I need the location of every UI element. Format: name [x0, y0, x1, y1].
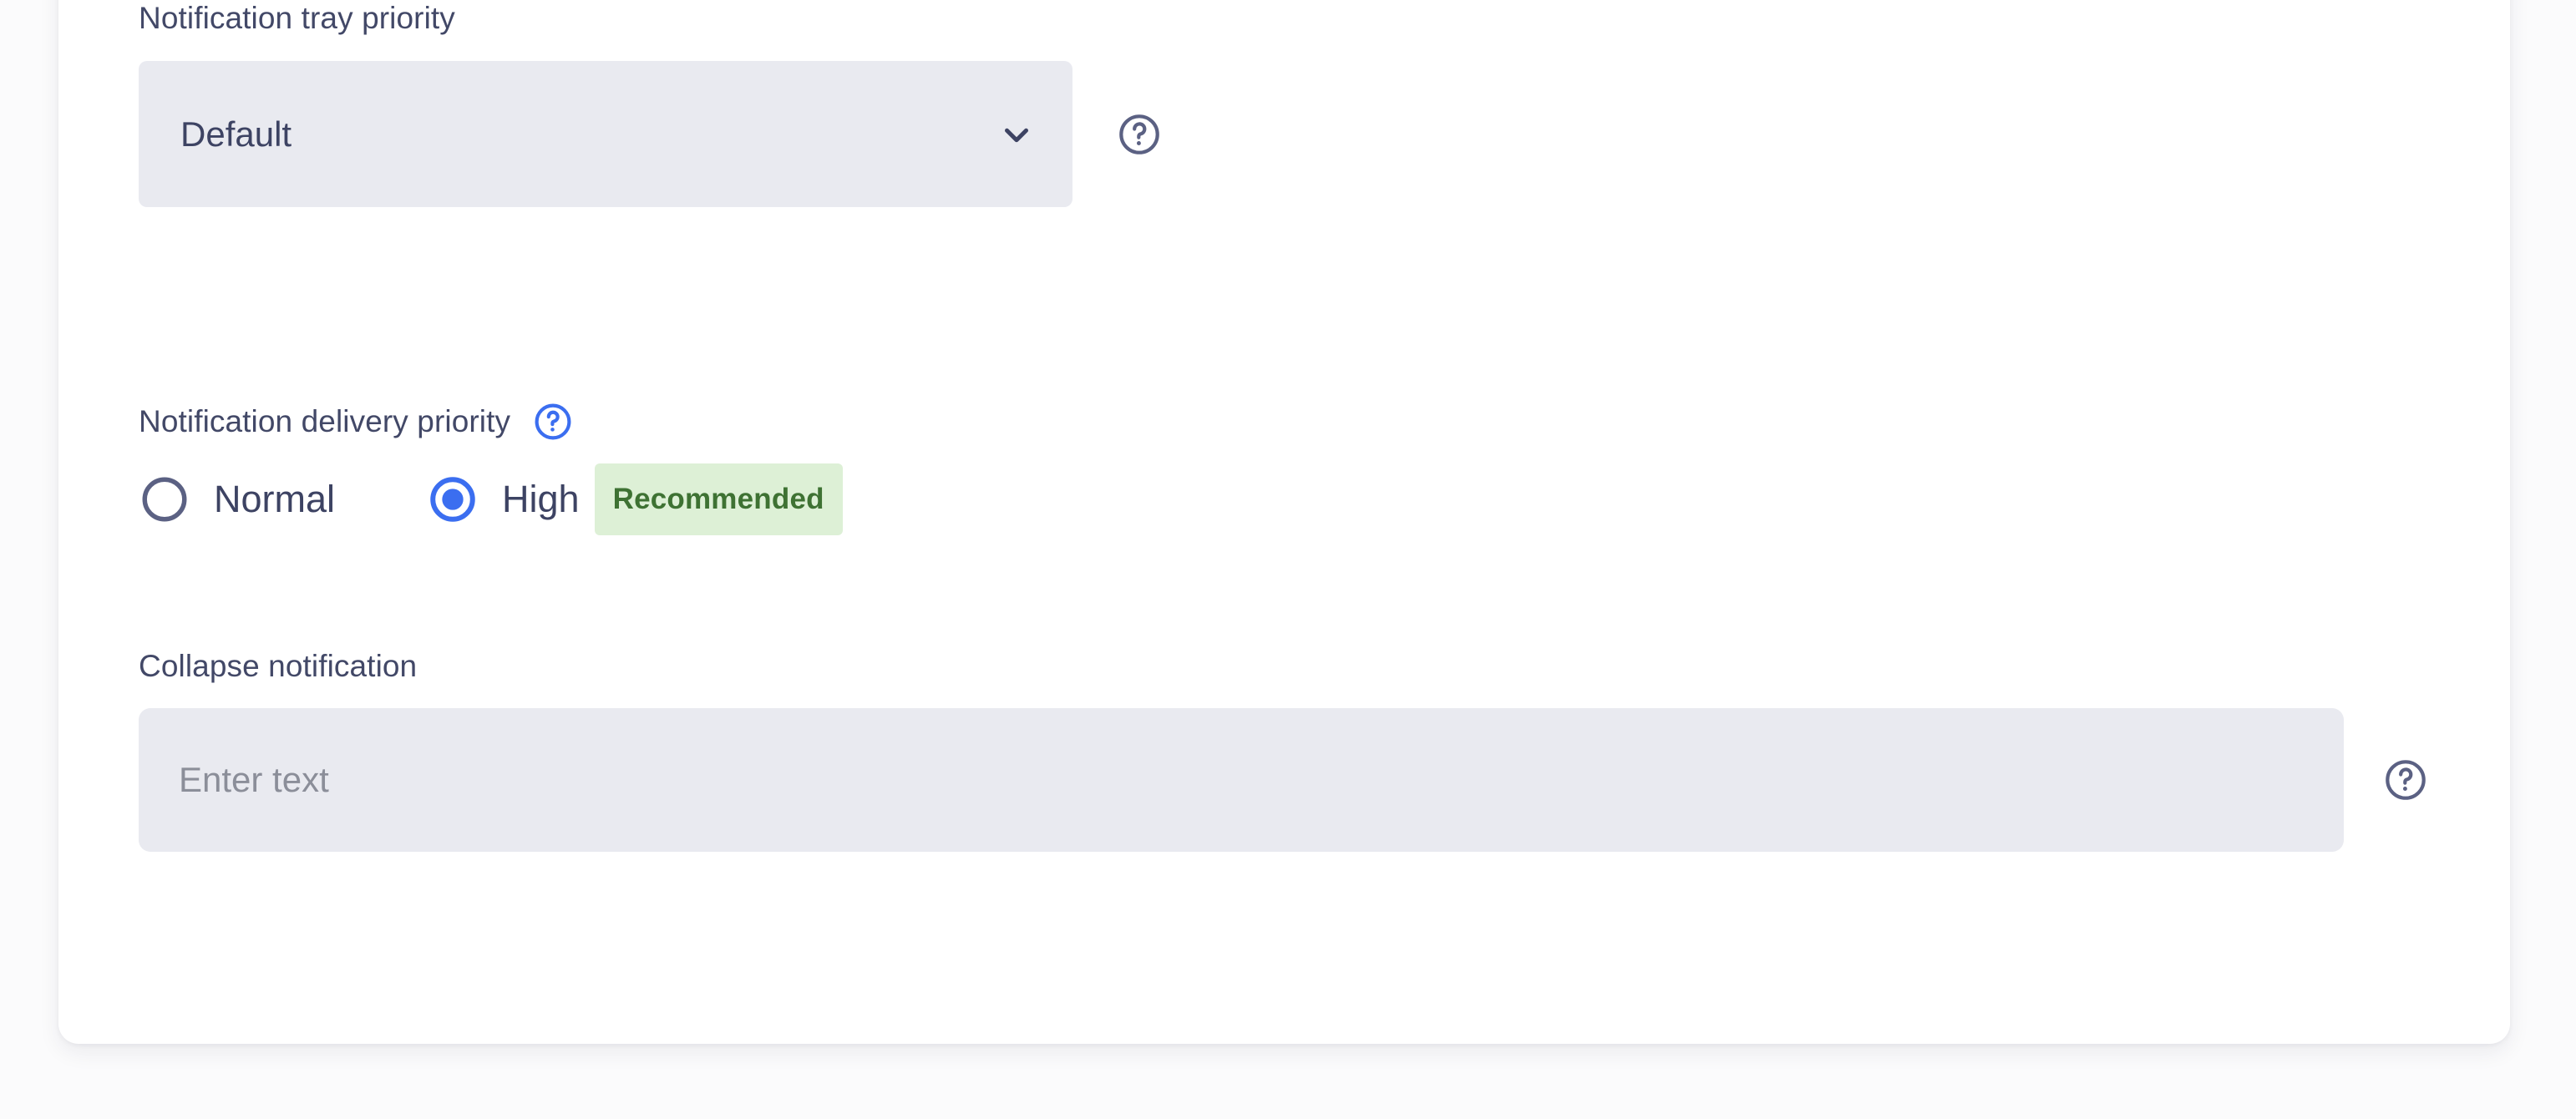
tray-priority-control-row: Default [139, 61, 2460, 207]
field-collapse-notification: Collapse notification [139, 648, 2460, 852]
radio-label-normal: Normal [214, 478, 336, 520]
recommended-badge: Recommended [594, 463, 843, 535]
tray-priority-select[interactable]: Default [139, 61, 1072, 207]
radio-option-high[interactable]: High Recommended [427, 463, 843, 535]
delivery-priority-label: Notification delivery priority [139, 404, 511, 438]
tray-priority-label: Notification tray priority [139, 1, 455, 35]
radio-checked-icon [430, 477, 475, 522]
collapse-notification-control-row [139, 708, 2460, 852]
chevron-down-icon [1005, 128, 1028, 142]
card-content: Notification tray priority Default Notif… [139, 0, 2460, 1044]
tray-priority-selected-value: Default [180, 114, 292, 154]
delivery-priority-label-row: Notification delivery priority [139, 401, 2460, 443]
radio-unchecked-icon [142, 477, 187, 522]
radio-option-normal[interactable]: Normal [139, 473, 335, 525]
delivery-priority-radio-group: Normal High Recommended [139, 461, 2460, 538]
help-circle-icon-tray-priority[interactable] [1116, 111, 1163, 158]
help-circle-icon-delivery-priority[interactable] [532, 401, 574, 443]
collapse-notification-label: Collapse notification [139, 649, 418, 683]
collapse-notification-input[interactable] [139, 708, 2344, 852]
radio-label-high: High [502, 478, 580, 520]
help-circle-icon-collapse-notification[interactable] [2382, 757, 2429, 803]
field-delivery-priority: Notification delivery priority Normal Hi… [139, 401, 2460, 538]
field-tray-priority: Notification tray priority Default [139, 0, 2460, 207]
notification-settings-card: Notification tray priority Default Notif… [58, 0, 2510, 1044]
page-canvas: Notification tray priority Default Notif… [0, 0, 2576, 1119]
